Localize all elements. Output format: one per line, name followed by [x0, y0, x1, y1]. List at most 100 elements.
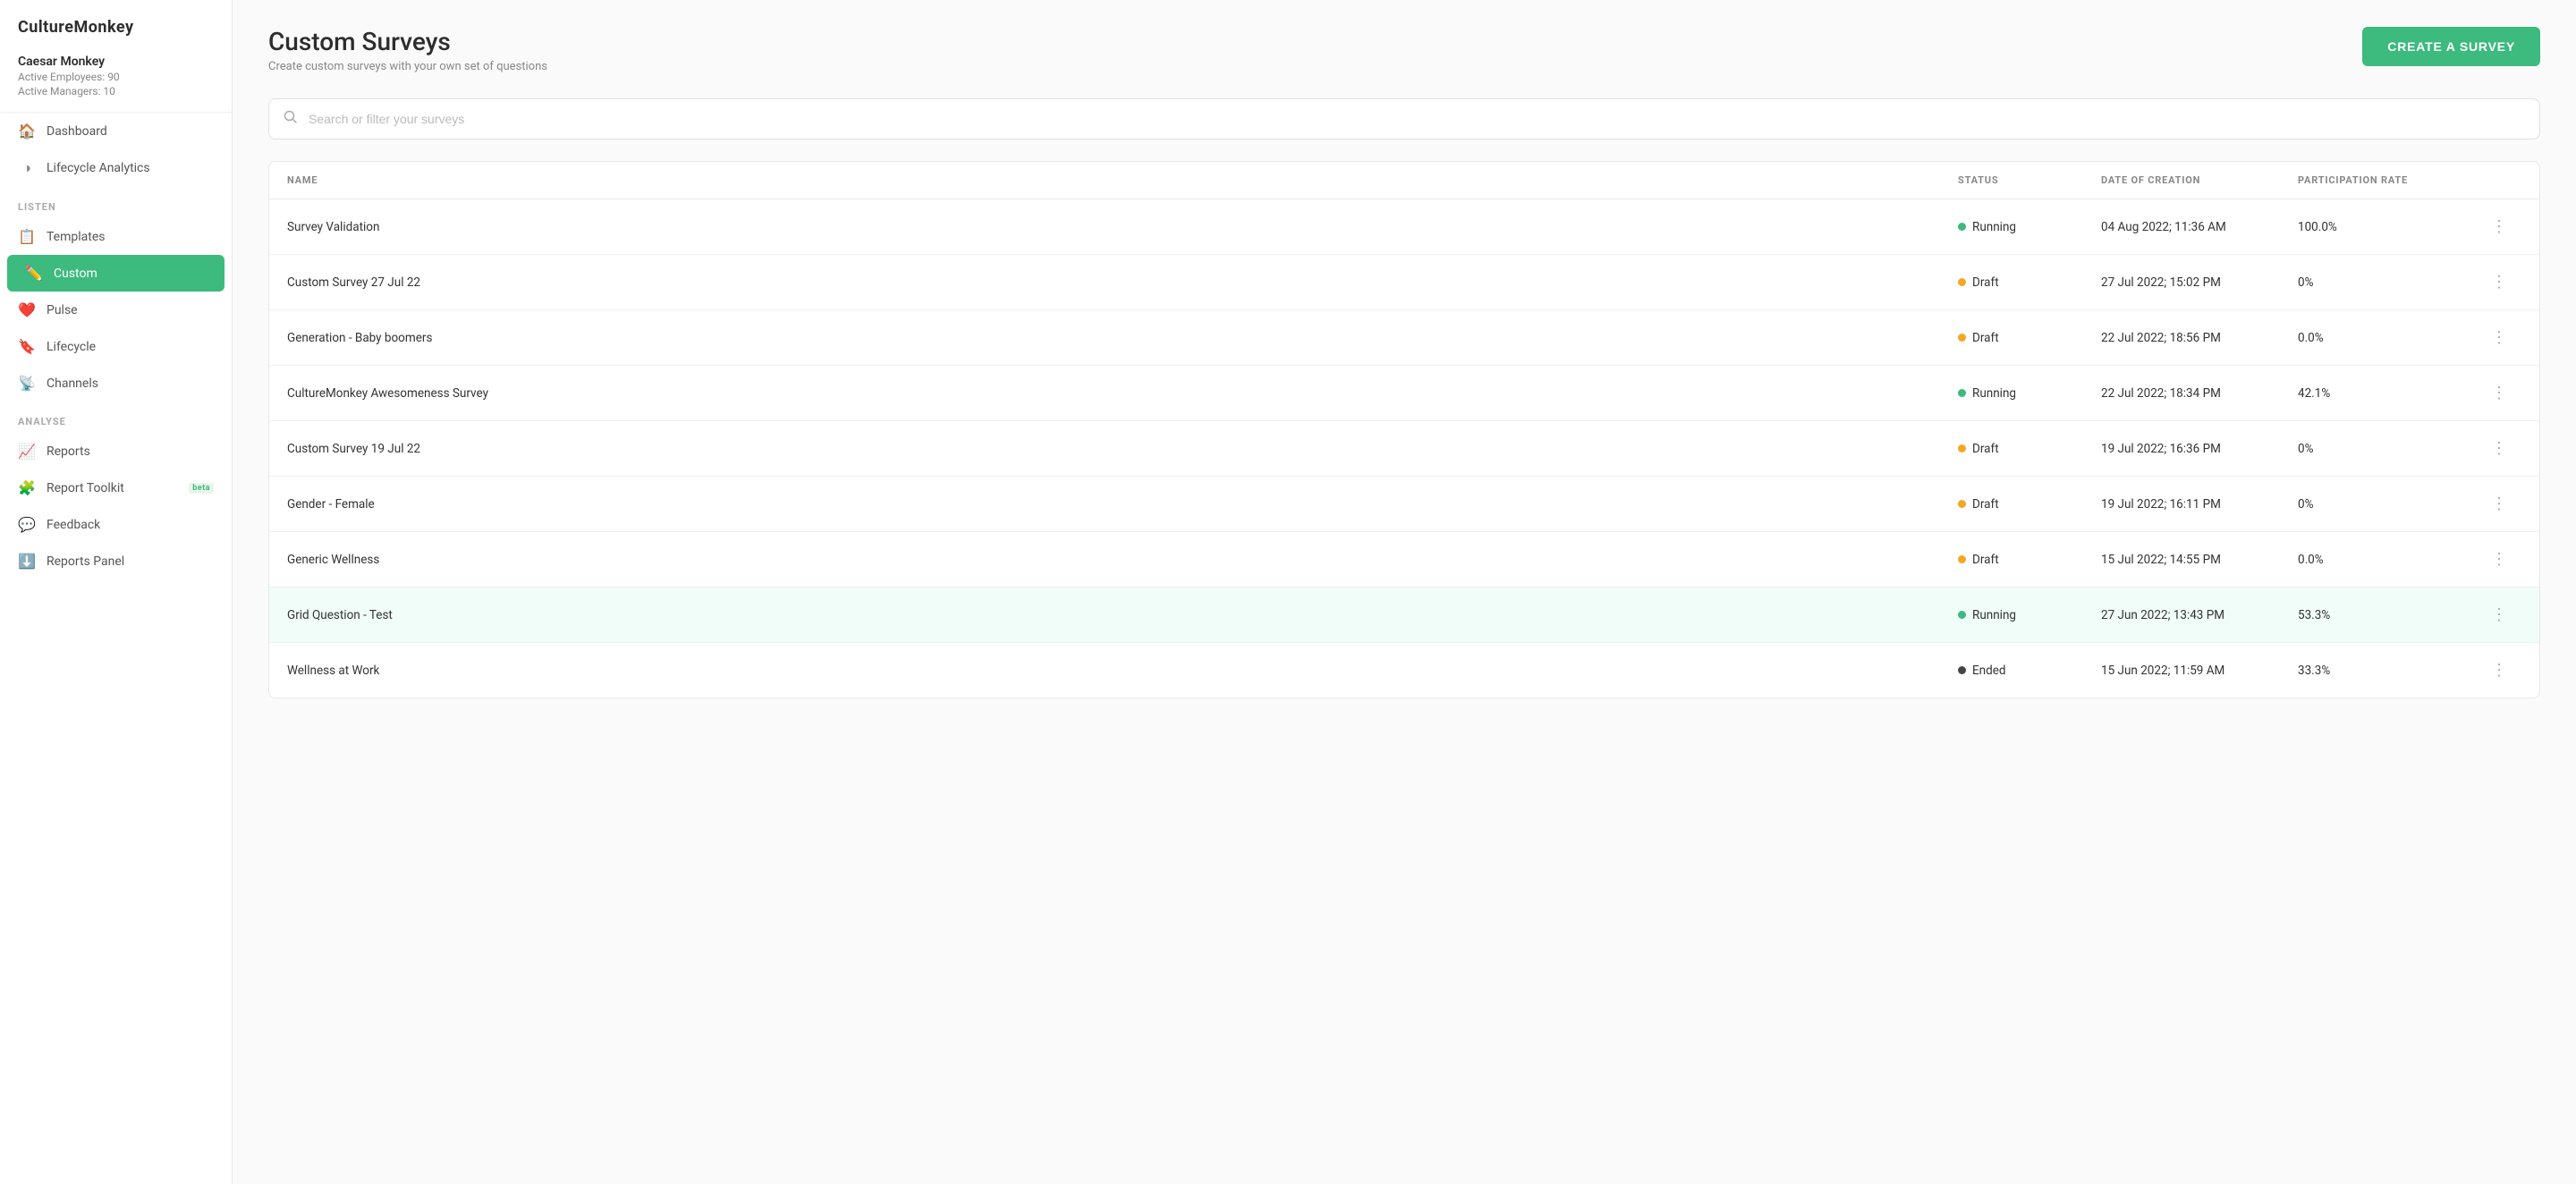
- status-label: Draft: [1972, 497, 1999, 512]
- date-cell: 22 Jul 2022; 18:34 PM: [2101, 386, 2298, 401]
- sidebar-item-reports[interactable]: 📈 Reports: [0, 433, 232, 469]
- sidebar-item-label: Dashboard: [47, 124, 214, 139]
- status-cell: Running: [1958, 608, 2101, 622]
- status-dot: [1958, 334, 1966, 342]
- table-row[interactable]: Generic Wellness Draft 15 Jul 2022; 14:5…: [269, 532, 2539, 588]
- rate-cell: 0%: [2298, 442, 2477, 456]
- pulse-icon: ❤️: [18, 301, 36, 318]
- home-icon: 🏠: [18, 123, 36, 140]
- user-name: Caesar Monkey: [18, 55, 214, 69]
- search-input[interactable]: [309, 112, 2525, 126]
- lifecycle-analytics-icon: ◑: [18, 159, 36, 177]
- sidebar-item-templates[interactable]: 📋 Templates: [0, 218, 232, 255]
- survey-table: NAME STATUS DATE OF CREATION PARTICIPATI…: [268, 161, 2540, 698]
- sidebar-item-feedback[interactable]: 💬 Feedback: [0, 506, 232, 543]
- status-dot: [1958, 223, 1966, 231]
- more-options-button[interactable]: ⋮: [2477, 546, 2521, 572]
- sidebar-item-label: Report Toolkit: [47, 481, 178, 495]
- sidebar-item-dashboard[interactable]: 🏠 Dashboard: [0, 113, 232, 149]
- sidebar-item-custom[interactable]: ✏️ Custom: [7, 255, 225, 292]
- status-label: Draft: [1972, 331, 1999, 345]
- sidebar-item-label: Pulse: [47, 303, 214, 317]
- more-options-button[interactable]: ⋮: [2477, 325, 2521, 351]
- status-label: Running: [1972, 386, 2016, 401]
- status-dot: [1958, 666, 1966, 674]
- user-info: Caesar Monkey Active Employees: 90 Activ…: [0, 46, 232, 113]
- date-cell: 27 Jul 2022; 15:02 PM: [2101, 275, 2298, 290]
- sidebar-item-report-toolkit[interactable]: 🧩 Report Toolkit beta: [0, 469, 232, 506]
- survey-name: Grid Question - Test: [287, 608, 1958, 622]
- status-dot: [1958, 278, 1966, 286]
- status-dot: [1958, 555, 1966, 563]
- sidebar-item-label: Feedback: [47, 518, 214, 532]
- channels-icon: 📡: [18, 375, 36, 392]
- status-dot: [1958, 500, 1966, 508]
- survey-name: Generic Wellness: [287, 553, 1958, 567]
- status-cell: Ended: [1958, 664, 2101, 678]
- status-cell: Draft: [1958, 331, 2101, 345]
- status-dot: [1958, 611, 1966, 619]
- status-cell: Draft: [1958, 442, 2101, 456]
- status-label: Ended: [1972, 664, 2006, 678]
- sidebar-item-label: Reports Panel: [47, 554, 214, 569]
- col-status: STATUS: [1958, 174, 2101, 186]
- more-options-button[interactable]: ⋮: [2477, 657, 2521, 683]
- feedback-icon: 💬: [18, 516, 36, 533]
- table-row[interactable]: Generation - Baby boomers Draft 22 Jul 2…: [269, 310, 2539, 366]
- survey-name: Wellness at Work: [287, 664, 1958, 678]
- date-cell: 04 Aug 2022; 11:36 AM: [2101, 220, 2298, 234]
- beta-badge: beta: [189, 483, 214, 494]
- survey-name: Survey Validation: [287, 220, 1958, 234]
- active-managers: Active Managers: 10: [18, 85, 214, 97]
- sidebar-item-label: Reports: [47, 444, 214, 459]
- date-cell: 19 Jul 2022; 16:36 PM: [2101, 442, 2298, 456]
- create-survey-button[interactable]: CREATE A SURVEY: [2362, 27, 2540, 66]
- more-options-button[interactable]: ⋮: [2477, 380, 2521, 406]
- sidebar-item-label: Custom: [54, 266, 207, 281]
- date-cell: 15 Jun 2022; 11:59 AM: [2101, 664, 2298, 678]
- status-cell: Draft: [1958, 497, 2101, 512]
- table-header: NAME STATUS DATE OF CREATION PARTICIPATI…: [269, 162, 2539, 199]
- sidebar-item-label: Lifecycle Analytics: [47, 161, 214, 175]
- more-options-button[interactable]: ⋮: [2477, 269, 2521, 295]
- status-dot: [1958, 389, 1966, 397]
- sidebar-item-lifecycle-analytics[interactable]: ◑ Lifecycle Analytics: [0, 149, 232, 187]
- sidebar-item-lifecycle[interactable]: 🔖 Lifecycle: [0, 328, 232, 365]
- status-label: Draft: [1972, 553, 1999, 567]
- analyse-section-label: ANALYSE: [0, 402, 232, 433]
- rate-cell: 42.1%: [2298, 386, 2477, 401]
- col-name: NAME: [287, 174, 1958, 186]
- sidebar-item-pulse[interactable]: ❤️ Pulse: [0, 292, 232, 328]
- more-options-button[interactable]: ⋮: [2477, 491, 2521, 517]
- table-row[interactable]: Survey Validation Running 04 Aug 2022; 1…: [269, 199, 2539, 255]
- col-rate: PARTICIPATION RATE: [2298, 174, 2477, 186]
- survey-name: Gender - Female: [287, 497, 1958, 512]
- page-header: Custom Surveys Create custom surveys wit…: [268, 27, 2540, 73]
- date-cell: 19 Jul 2022; 16:11 PM: [2101, 497, 2298, 512]
- table-row[interactable]: Custom Survey 19 Jul 22 Draft 19 Jul 202…: [269, 421, 2539, 477]
- rate-cell: 53.3%: [2298, 608, 2477, 622]
- sidebar: CultureMonkey Caesar Monkey Active Emplo…: [0, 0, 233, 1184]
- table-row[interactable]: Gender - Female Draft 19 Jul 2022; 16:11…: [269, 477, 2539, 532]
- more-options-button[interactable]: ⋮: [2477, 436, 2521, 461]
- search-bar: [268, 98, 2540, 140]
- table-row[interactable]: Custom Survey 27 Jul 22 Draft 27 Jul 202…: [269, 255, 2539, 310]
- search-icon: [284, 110, 298, 128]
- more-options-button[interactable]: ⋮: [2477, 602, 2521, 628]
- more-options-button[interactable]: ⋮: [2477, 214, 2521, 240]
- reports-panel-icon: ⬇️: [18, 553, 36, 570]
- date-cell: 22 Jul 2022; 18:56 PM: [2101, 331, 2298, 345]
- sidebar-item-channels[interactable]: 📡 Channels: [0, 365, 232, 402]
- table-row[interactable]: Grid Question - Test Running 27 Jun 2022…: [269, 588, 2539, 643]
- table-row[interactable]: Wellness at Work Ended 15 Jun 2022; 11:5…: [269, 643, 2539, 698]
- rate-cell: 0.0%: [2298, 553, 2477, 567]
- templates-icon: 📋: [18, 228, 36, 245]
- status-label: Running: [1972, 220, 2016, 234]
- page-title-block: Custom Surveys Create custom surveys wit…: [268, 27, 547, 73]
- lifecycle-icon: 🔖: [18, 338, 36, 355]
- survey-name: CultureMonkey Awesomeness Survey: [287, 386, 1958, 401]
- sidebar-item-reports-panel[interactable]: ⬇️ Reports Panel: [0, 543, 232, 579]
- status-cell: Running: [1958, 220, 2101, 234]
- rate-cell: 0.0%: [2298, 331, 2477, 345]
- table-row[interactable]: CultureMonkey Awesomeness Survey Running…: [269, 366, 2539, 421]
